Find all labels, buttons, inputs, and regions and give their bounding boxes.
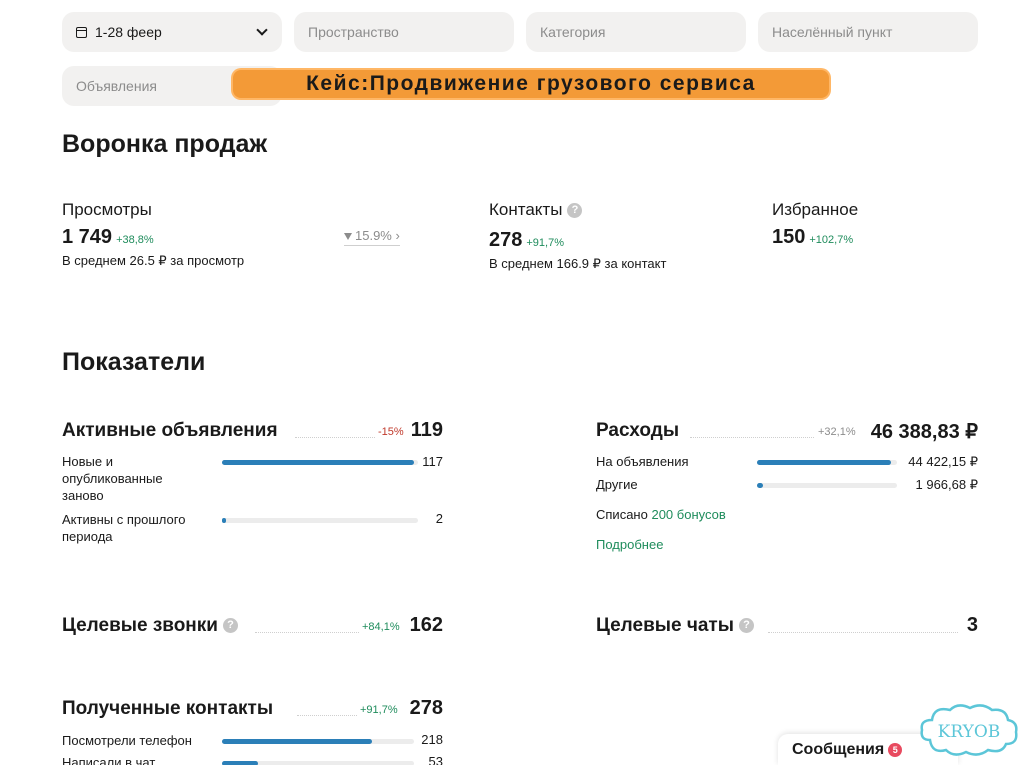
bonus-note: Списано 200 бонусов [596, 507, 726, 522]
funnel-title: Воронка продаж [62, 130, 268, 158]
more-link[interactable]: Подробнее [596, 537, 663, 552]
date-filter[interactable]: 1-28 феер [62, 12, 282, 52]
contacts-value-row: 278 +91,7% [489, 229, 564, 252]
views-value: 1 749 [62, 226, 113, 248]
contacts-label-row: Контакты? [489, 200, 583, 220]
active-ads-row-value: 117 [422, 454, 443, 469]
expenses-ads-bar [757, 460, 892, 465]
expenses-row-label: На объявления [596, 454, 689, 469]
active-ads-row-value: 2 [435, 511, 443, 526]
bonus-link[interactable]: 200 бонусов [651, 507, 725, 522]
expenses-delta: +32,1% [818, 426, 856, 438]
active-ads-row-label: Новые и опубликованные заново [62, 454, 163, 503]
chat-writes-track [222, 761, 414, 765]
locality-filter[interactable]: Населённый пункт [758, 12, 978, 52]
received-contacts-row-label: Написали в чат [62, 755, 156, 765]
views-label: Просмотры [62, 200, 152, 219]
watermark-logo-text: KRYOB [938, 722, 1001, 742]
target-calls-delta: +84,1% [362, 621, 400, 633]
expenses-row-value: 44 422,15 ₽ [908, 454, 978, 469]
dotted-leader [255, 632, 359, 633]
expenses-row-label: Другие [596, 477, 638, 492]
dotted-leader [297, 715, 357, 716]
target-calls-value: 162 [409, 614, 443, 636]
expenses-ads-track [757, 460, 897, 465]
bonus-prefix: Списано [596, 507, 648, 522]
expenses-title: Расходы [596, 420, 680, 441]
target-chats-title: Целевые чаты [596, 615, 734, 636]
space-filter-placeholder: Пространство [308, 24, 399, 40]
calendar-icon [76, 26, 87, 38]
favorites-delta: +102,7% [809, 234, 854, 246]
contacts-value: 278 [489, 229, 523, 251]
target-chats-value: 3 [966, 614, 978, 636]
active-ads-new-bar [222, 460, 415, 465]
received-contacts-title: Полученные контакты [62, 698, 274, 719]
received-contacts-row-value: 53 [428, 754, 443, 765]
favorites-value-row: 150 +102,7% [772, 226, 853, 249]
received-contacts-value: 278 [409, 697, 443, 719]
views-conversion-value: 15.9% [355, 228, 392, 243]
favorites-value: 150 [772, 226, 806, 248]
views-conversion[interactable]: 15.9% › [344, 228, 400, 246]
expenses-row-value: 1 966,68 ₽ [915, 477, 979, 492]
contacts-delta: +91,7% [526, 237, 564, 249]
category-filter[interactable]: Категория [526, 12, 746, 52]
help-icon[interactable]: ? [222, 618, 238, 634]
target-chats-title-row: Целевые чаты? [596, 615, 754, 637]
funnel-down-icon [344, 233, 352, 240]
contacts-label: Контакты [489, 200, 563, 219]
phone-views-track [222, 739, 414, 744]
active-ads-title: Активные объявления [62, 420, 278, 441]
indicators-title: Показатели [62, 348, 206, 376]
phone-views-bar [222, 739, 372, 744]
messages-label: Сообщения [792, 741, 885, 758]
dotted-leader [295, 437, 375, 438]
dotted-leader [690, 437, 814, 438]
expenses-value: 46 388,83 ₽ [870, 421, 978, 443]
category-filter-placeholder: Категория [540, 24, 606, 40]
date-filter-value: 1-28 феер [95, 24, 162, 40]
help-icon[interactable]: ? [738, 618, 754, 634]
ads-filter-placeholder: Объявления [76, 78, 157, 94]
views-value-row: 1 749 +38,8% [62, 226, 154, 249]
contacts-average: В среднем 166.9 ₽ за контакт [489, 256, 667, 271]
expenses-other-track [757, 483, 897, 488]
active-ads-value: 119 [410, 419, 443, 441]
received-contacts-delta: +91,7% [360, 704, 398, 716]
locality-filter-placeholder: Населённый пункт [772, 24, 893, 40]
watermark-logo: KRYOB [920, 704, 1018, 756]
dotted-leader [768, 632, 958, 633]
favorites-label: Избранное [772, 200, 859, 219]
help-icon[interactable]: ? [567, 203, 583, 219]
target-calls-title-row: Целевые звонки? [62, 615, 238, 637]
space-filter[interactable]: Пространство [294, 12, 514, 52]
received-contacts-row-value: 218 [421, 732, 443, 747]
chevron-down-icon [256, 24, 268, 36]
active-ads-prev-track [222, 518, 418, 523]
views-average: В среднем 26.5 ₽ за просмотр [62, 253, 245, 268]
messages-badge: 5 [888, 742, 903, 757]
expenses-other-bar [757, 483, 763, 488]
views-delta: +38,8% [116, 234, 154, 246]
target-calls-title: Целевые звонки [62, 615, 218, 636]
active-ads-new-track [222, 460, 418, 465]
received-contacts-row-label: Посмотрели телефон [62, 733, 192, 748]
chat-writes-bar [222, 761, 259, 765]
active-ads-prev-bar [222, 518, 226, 523]
active-ads-row-label: Активны с прошлого периода [62, 512, 186, 544]
case-banner: Кейс:Продвижение грузового сервиса [233, 70, 829, 98]
